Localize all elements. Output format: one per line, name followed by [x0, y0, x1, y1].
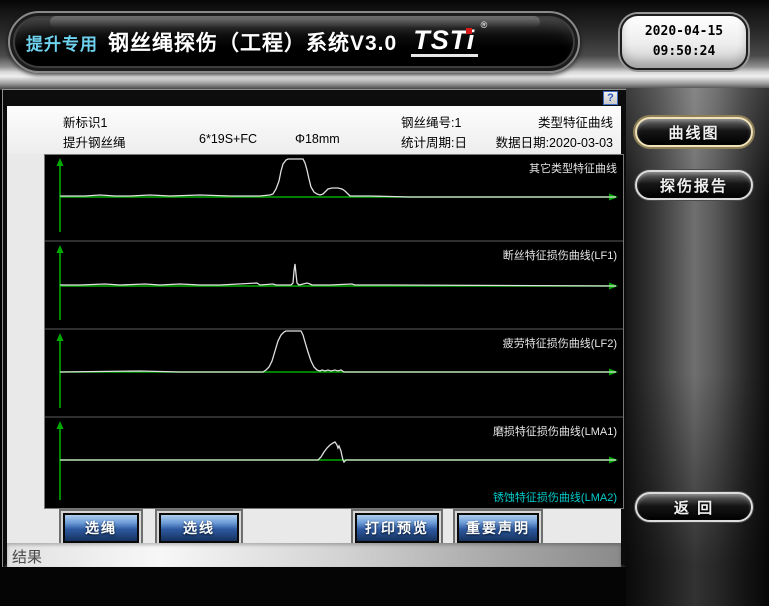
rope-diameter-label: Φ18mm [295, 132, 340, 146]
rope-type-label: 提升钢丝绳 [63, 132, 126, 151]
registered-mark: ® [481, 21, 489, 30]
edition-badge: 提升专用 [26, 30, 98, 55]
chart-panel-fatigue-lf2: 疲劳特征损伤曲线(LF2) [45, 330, 623, 416]
tsti-logo: TSTi® [411, 27, 478, 57]
stat-period-label: 统计周期:日 [401, 132, 467, 151]
sidebar-curve-chart-button[interactable]: 曲线图 [635, 117, 753, 147]
right-sidebar: 曲线图 探伤报告 返 回 [626, 88, 769, 606]
title-bar: 提升专用 钢丝绳探伤（工程）系统V3.0 TSTi® [8, 11, 580, 73]
data-date-label: 数据日期:2020-03-03 [496, 132, 613, 151]
print-preview-button[interactable]: 打印预览 [355, 513, 439, 543]
current-date: 2020-04-15 [645, 22, 723, 42]
app-root: 提升专用 钢丝绳探伤（工程）系统V3.0 TSTi® 2020-04-15 09… [0, 0, 769, 606]
main-window: ? 新标识1 钢丝绳号:1 类型特征曲线 提升钢丝绳 6*19S+FC Φ18m… [3, 90, 626, 567]
sidebar-return-button[interactable]: 返 回 [635, 492, 753, 522]
help-button[interactable]: ? [603, 91, 618, 105]
curve-chart-area: 其它类型特征曲线 断丝特征损伤曲线(LF1) 疲劳特征损伤曲线(LF2) 磨损特… [44, 154, 624, 509]
sidebar-flaw-report-button[interactable]: 探伤报告 [635, 170, 753, 200]
chart-panel-wear-lma1: 磨损特征损伤曲线(LMA1) 锈蚀特征损伤曲线(LMA2) [45, 418, 623, 508]
rope-id-label: 新标识1 [63, 112, 107, 131]
datetime-display: 2020-04-15 09:50:24 [620, 14, 748, 70]
rope-info-panel: 新标识1 钢丝绳号:1 类型特征曲线 提升钢丝绳 6*19S+FC Φ18mm … [7, 106, 621, 154]
select-line-button[interactable]: 选线 [159, 513, 239, 543]
status-bar: 结果 [7, 543, 621, 567]
chart-panel-broken-wire-lf1: 断丝特征损伤曲线(LF1) [45, 242, 623, 328]
logo-red-dot-icon [466, 28, 472, 34]
curve-type-label: 类型特征曲线 [538, 112, 613, 131]
important-notice-button[interactable]: 重要声明 [457, 513, 539, 543]
window-top-bar: ? [7, 90, 621, 106]
rope-number-label: 钢丝绳号:1 [401, 112, 461, 131]
bottom-filler [0, 567, 626, 606]
status-result-label: 结果 [12, 546, 42, 567]
select-rope-button[interactable]: 选绳 [63, 513, 139, 543]
rope-structure-label: 6*19S+FC [199, 132, 257, 146]
app-title: 钢丝绳探伤（工程）系统V3.0 [108, 27, 397, 57]
chart-panel-other-type: 其它类型特征曲线 [45, 155, 623, 240]
current-time: 09:50:24 [653, 42, 716, 62]
